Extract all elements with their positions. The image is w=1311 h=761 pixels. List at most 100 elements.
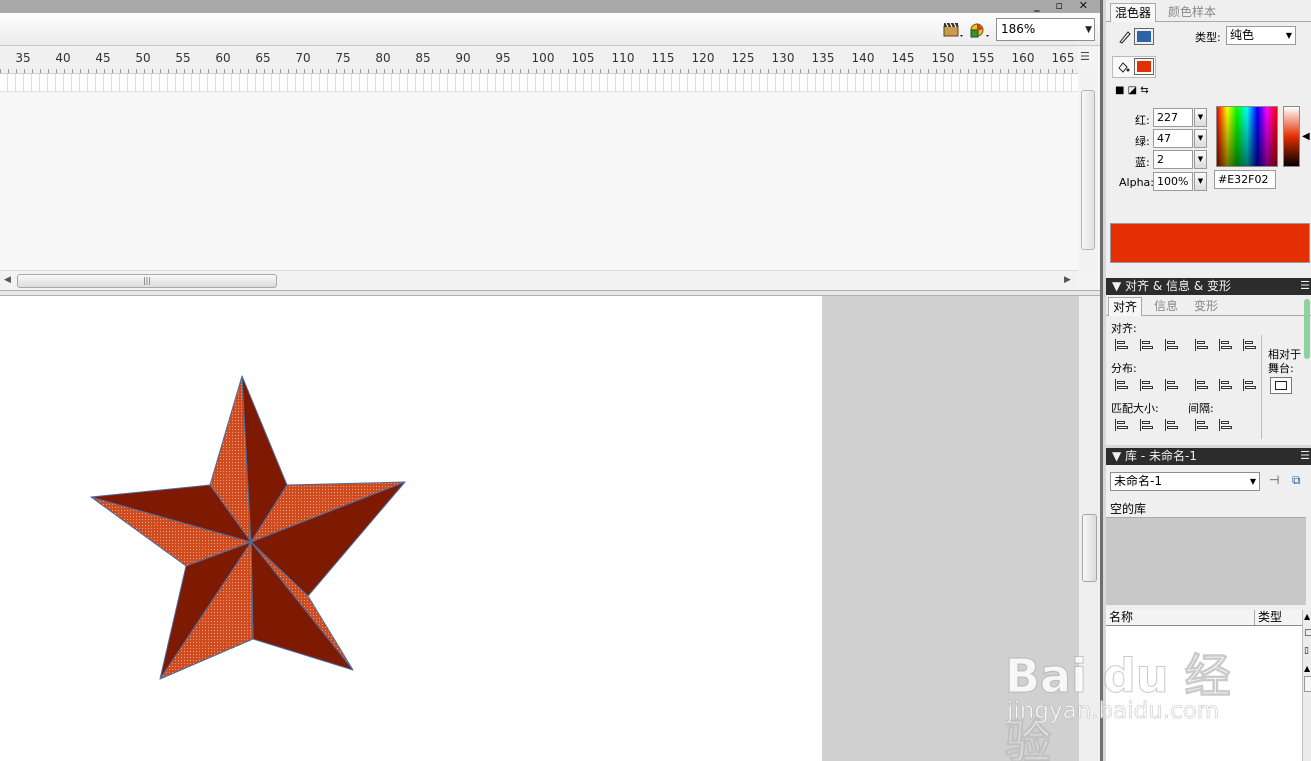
blue-dropdown[interactable]: ▼ <box>1194 150 1207 169</box>
ruler-tick <box>688 69 689 73</box>
ruler-tick <box>168 69 169 73</box>
timeline-vertical-scrollbar[interactable] <box>1080 70 1096 270</box>
library-panel-header[interactable]: ▼ 库 - 未命名-1 ☰ <box>1106 448 1311 465</box>
blue-input[interactable]: 2 <box>1153 150 1193 169</box>
tab-color-mixer[interactable]: 混色器 <box>1110 3 1157 22</box>
new-library-icon[interactable]: ⧉ <box>1292 473 1301 488</box>
align-5-icon[interactable] <box>1218 338 1234 352</box>
column-name[interactable]: 名称 <box>1109 610 1133 625</box>
ruler-tick <box>72 69 73 73</box>
zoom-select[interactable]: 186% ▼ <box>996 18 1095 41</box>
ruler-tick <box>512 69 513 73</box>
match-size-2-icon[interactable] <box>1139 418 1155 432</box>
tab-transform[interactable]: 变形 <box>1190 297 1222 316</box>
tab-align[interactable]: 对齐 <box>1108 297 1143 316</box>
match-size-1-icon[interactable] <box>1114 418 1130 432</box>
scroll-thumb[interactable] <box>1081 90 1095 250</box>
ruler-tick <box>1040 69 1041 73</box>
ruler-tick <box>672 69 673 73</box>
alpha-label: Alpha: <box>1119 176 1154 189</box>
distribute-5-icon[interactable] <box>1218 378 1234 392</box>
match-size-5-icon[interactable] <box>1218 418 1234 432</box>
stroke-color-swatch[interactable] <box>1134 28 1154 45</box>
ruler-tick <box>488 69 489 73</box>
edit-symbol-icon[interactable] <box>968 21 990 39</box>
ruler-tick <box>400 69 401 73</box>
ruler-tick <box>936 69 937 73</box>
library-scrollbar[interactable]: ▲ ▢ ▯ ▲ <box>1302 610 1311 761</box>
distribute-3-icon[interactable] <box>1164 378 1180 392</box>
align-panel: 对齐 信息 变形 对齐: 分布: 匹配大小: 间隔: 相对于 舞台: <box>1106 295 1311 445</box>
ruler-tick <box>616 69 617 73</box>
panel-options-icon[interactable]: ☰ <box>1300 448 1310 464</box>
relative-to-stage-button[interactable] <box>1270 377 1292 394</box>
distribute-1-icon[interactable] <box>1114 378 1130 392</box>
ruler-tick <box>456 69 457 73</box>
scroll-left-icon[interactable]: ◀ <box>4 275 11 285</box>
frame-number-115: 115 <box>651 51 675 65</box>
narrow-view-icon[interactable]: ▯ <box>1304 646 1309 656</box>
color-preview <box>1110 223 1310 263</box>
color-spectrum[interactable] <box>1216 106 1278 167</box>
red-input[interactable]: 227 <box>1153 108 1193 127</box>
timeline-frame-ruler[interactable]: 35 40 45 50 55 60 65 70 75 80 85 90 95 100 105 110 115 12… <box>0 46 1078 74</box>
timeline-horizontal-scrollbar[interactable]: ◀ ||| ▶ <box>0 270 1078 290</box>
green-dropdown[interactable]: ▼ <box>1194 129 1207 148</box>
tab-info[interactable]: 信息 <box>1150 297 1182 316</box>
sort-icon[interactable]: ▲ <box>1304 612 1310 621</box>
fill-color-swatch[interactable] <box>1134 58 1154 75</box>
timeline-body[interactable] <box>0 92 1078 270</box>
column-type[interactable]: 类型 <box>1258 610 1282 625</box>
scroll-thumb[interactable] <box>1304 676 1311 692</box>
distribute-2-icon[interactable] <box>1139 378 1155 392</box>
star-drawing[interactable] <box>0 296 822 761</box>
type-label: 类型: <box>1195 31 1221 44</box>
stage-pasteboard[interactable] <box>0 296 1078 761</box>
library-item-list[interactable] <box>1106 626 1302 761</box>
align-scroll-thumb[interactable] <box>1304 299 1310 359</box>
fill-type-select[interactable]: 纯色 ▼ <box>1226 26 1296 45</box>
brightness-slider[interactable] <box>1283 106 1300 167</box>
align-6-icon[interactable] <box>1242 338 1258 352</box>
tab-color-swatches[interactable]: 颜色样本 <box>1164 3 1220 22</box>
frame-number-85: 85 <box>415 51 431 65</box>
color-mode-icons[interactable]: ■ ◪ ⇆ <box>1115 85 1149 96</box>
timeline-options-icon[interactable]: ☰ <box>1080 50 1096 66</box>
five-point-star[interactable] <box>90 375 406 680</box>
pin-library-icon[interactable]: ⊣ <box>1269 473 1279 487</box>
scroll-thumb[interactable] <box>1082 514 1097 582</box>
align-3-icon[interactable] <box>1164 338 1180 352</box>
ruler-tick <box>800 69 801 73</box>
align-2-icon[interactable] <box>1139 338 1155 352</box>
distribute-6-icon[interactable] <box>1242 378 1258 392</box>
paint-bucket-icon <box>1118 62 1130 73</box>
scroll-right-icon[interactable]: ▶ <box>1064 275 1071 285</box>
frame-number-70: 70 <box>295 51 311 65</box>
match-size-4-icon[interactable] <box>1194 418 1210 432</box>
window-controls[interactable]: _ ▫ ✕ <box>1034 0 1094 12</box>
align-panel-header[interactable]: ▼ 对齐 & 信息 & 变形 ☰ <box>1106 278 1311 295</box>
scroll-up-icon[interactable]: ▲ <box>1304 664 1310 673</box>
match-size-3-icon[interactable] <box>1164 418 1180 432</box>
green-input[interactable]: 47 <box>1153 129 1193 148</box>
alpha-dropdown[interactable]: ▼ <box>1194 172 1207 191</box>
align-4-icon[interactable] <box>1194 338 1210 352</box>
align-1-icon[interactable] <box>1114 338 1130 352</box>
ruler-tick <box>64 69 65 73</box>
edit-scene-icon[interactable] <box>942 21 964 39</box>
brightness-pointer-icon[interactable]: ◀ <box>1302 131 1310 142</box>
red-dropdown[interactable]: ▼ <box>1194 108 1207 127</box>
alpha-input[interactable]: 100% <box>1153 172 1193 191</box>
library-document-select[interactable]: 未命名-1 ▼ <box>1110 472 1260 491</box>
wide-view-icon[interactable]: ▢ <box>1304 628 1311 638</box>
hex-input[interactable]: #E32F02 <box>1214 170 1276 189</box>
panel-options-icon[interactable]: ☰ <box>1300 278 1310 294</box>
frame-number-145: 145 <box>891 51 915 65</box>
stage[interactable] <box>0 296 822 761</box>
distribute-4-icon[interactable] <box>1194 378 1210 392</box>
ruler-tick <box>736 69 737 73</box>
stage-vertical-scrollbar[interactable] <box>1078 296 1100 761</box>
scroll-thumb[interactable]: ||| <box>17 274 277 288</box>
timeline-frames[interactable] <box>0 74 1078 92</box>
match-size-label: 匹配大小: <box>1111 402 1159 415</box>
